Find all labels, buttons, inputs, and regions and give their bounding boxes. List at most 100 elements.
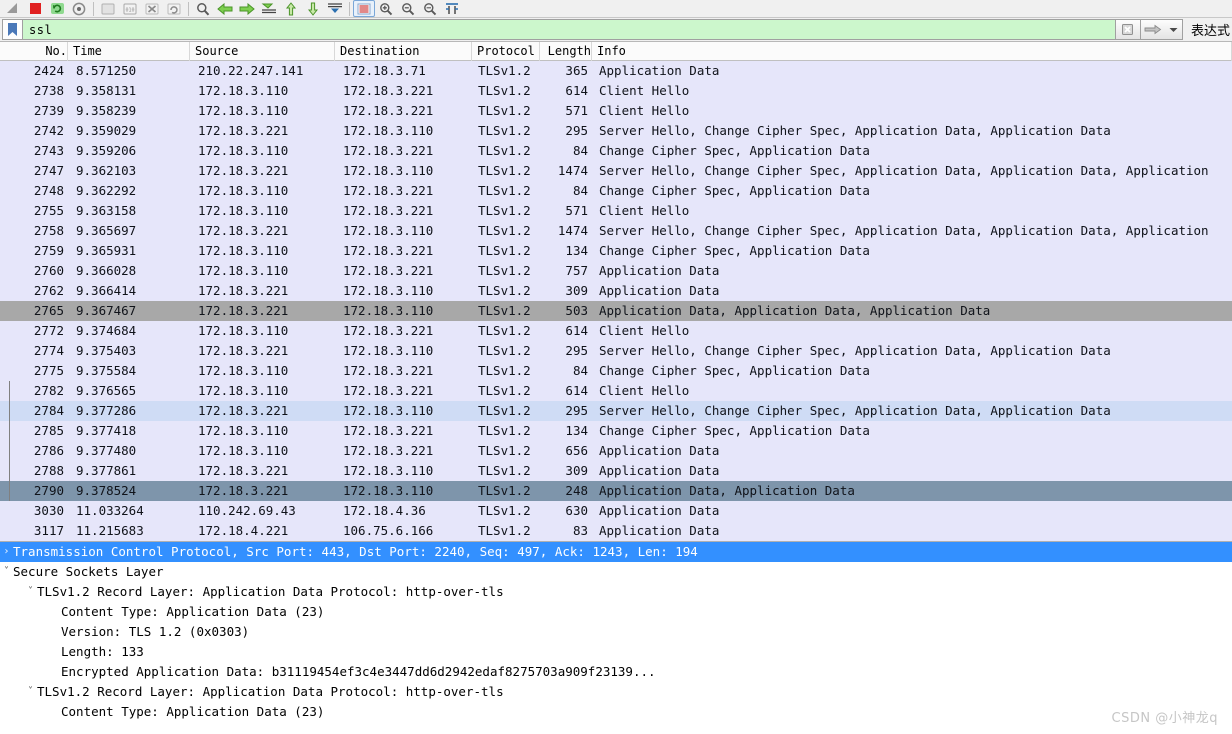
- column-header-protocol[interactable]: Protocol: [472, 41, 540, 61]
- packet-row[interactable]: 2743 9.359206 172.18.3.110 172.18.3.221 TLSv…: [0, 141, 1232, 161]
- packet-row[interactable]: 2748 9.362292 172.18.3.110 172.18.3.221 TLSv…: [0, 181, 1232, 201]
- packet-row[interactable]: 2786 9.377480 172.18.3.110 172.18.3.221 TLSv…: [0, 441, 1232, 461]
- detail-content-type-field[interactable]: Content Type: Application Data (23): [0, 602, 1232, 622]
- packet-cell-length: 614: [565, 383, 588, 398]
- detail-row-label: Secure Sockets Layer: [13, 564, 164, 579]
- packet-row[interactable]: 2759 9.365931 172.18.3.110 172.18.3.221 TLSv…: [0, 241, 1232, 261]
- capture-options-icon[interactable]: [68, 0, 90, 17]
- filter-bookmark-icon[interactable]: [2, 19, 22, 40]
- display-filter-input[interactable]: ssl: [22, 19, 1116, 40]
- packet-row[interactable]: 2790 9.378524 172.18.3.221 172.18.3.110 TLSv…: [0, 481, 1232, 501]
- packet-row[interactable]: 2760 9.366028 172.18.3.110 172.18.3.221 TLSv…: [0, 261, 1232, 281]
- packet-detail-pane[interactable]: › Transmission Control Protocol, Src Port…: [0, 541, 1232, 722]
- packet-cell-time: 9.378524: [76, 483, 137, 498]
- go-back-icon[interactable]: [214, 0, 236, 17]
- chevron-down-icon[interactable]: ˅: [24, 582, 37, 602]
- packet-row[interactable]: 2772 9.374684 172.18.3.110 172.18.3.221 TLSv…: [0, 321, 1232, 341]
- open-file-icon[interactable]: [97, 0, 119, 17]
- detail-record-layer-node-2[interactable]: ˅ TLSv1.2 Record Layer: Application Data …: [0, 682, 1232, 702]
- column-header-length[interactable]: Length: [540, 41, 592, 61]
- packet-cell-source: 172.18.3.221: [198, 463, 289, 478]
- packet-cell-destination: 172.18.3.110: [343, 343, 434, 358]
- filter-apply-button[interactable]: [1139, 19, 1166, 40]
- packet-row[interactable]: 2742 9.359029 172.18.3.221 172.18.3.110 TLSv…: [0, 121, 1232, 141]
- packet-cell-length: 656: [565, 443, 588, 458]
- zoom-reset-icon[interactable]: [419, 0, 441, 17]
- go-to-first-icon[interactable]: [280, 0, 302, 17]
- packet-cell-source: 110.242.69.43: [198, 503, 296, 518]
- packet-cell-time: 9.375403: [76, 343, 137, 358]
- packet-row[interactable]: 2775 9.375584 172.18.3.110 172.18.3.221 TLSv…: [0, 361, 1232, 381]
- detail-row-label: Content Type: Application Data (23): [61, 704, 325, 719]
- packet-row[interactable]: 2788 9.377861 172.18.3.221 172.18.3.110 TLSv…: [0, 461, 1232, 481]
- packet-cell-destination: 172.18.3.221: [343, 263, 434, 278]
- packet-row[interactable]: 2424 8.571250 210.22.247.141 172.18.3.71 TLS…: [0, 61, 1232, 81]
- chevron-right-icon[interactable]: ›: [0, 542, 13, 562]
- chevron-down-icon[interactable]: ˅: [24, 682, 37, 702]
- zoom-out-icon[interactable]: [397, 0, 419, 17]
- column-header-no[interactable]: No.: [0, 41, 68, 61]
- packet-cell-protocol: TLSv1.2: [478, 383, 531, 398]
- restart-capture-icon[interactable]: [46, 0, 68, 17]
- packet-cell-destination: 172.18.3.110: [343, 163, 434, 178]
- packet-cell-source: 172.18.3.110: [198, 443, 289, 458]
- packet-row[interactable]: 2762 9.366414 172.18.3.221 172.18.3.110 TLSv…: [0, 281, 1232, 301]
- find-packet-icon[interactable]: [192, 0, 214, 17]
- packet-row[interactable]: 2782 9.376565 172.18.3.110 172.18.3.221 TLSv…: [0, 381, 1232, 401]
- go-forward-icon[interactable]: [236, 0, 258, 17]
- colorize-icon[interactable]: [353, 0, 375, 17]
- reload-file-icon[interactable]: [163, 0, 185, 17]
- packet-cell-destination: 172.18.3.110: [343, 123, 434, 138]
- packet-row[interactable]: 2738 9.358131 172.18.3.110 172.18.3.221 TLSv…: [0, 81, 1232, 101]
- packet-list[interactable]: 2424 8.571250 210.22.247.141 172.18.3.71 TLS…: [0, 61, 1232, 541]
- detail-content-type-field-2[interactable]: Content Type: Application Data (23): [0, 702, 1232, 722]
- toolbar-separator-3: [349, 1, 350, 16]
- packet-row[interactable]: 2747 9.362103 172.18.3.221 172.18.3.110 TLSv…: [0, 161, 1232, 181]
- packet-cell-source: 172.18.3.110: [198, 383, 289, 398]
- column-header-destination[interactable]: Destination: [335, 41, 472, 61]
- packet-row[interactable]: 3117 11.215683 172.18.4.221 106.75.6.166 TLS…: [0, 521, 1232, 541]
- packet-cell-info: Application Data: [599, 63, 720, 78]
- filter-clear-button[interactable]: [1114, 19, 1141, 40]
- packet-cell-source: 172.18.3.110: [198, 143, 289, 158]
- packet-row[interactable]: 2755 9.363158 172.18.3.110 172.18.3.221 TLSv…: [0, 201, 1232, 221]
- filter-dropdown-button[interactable]: [1164, 19, 1183, 40]
- start-capture-icon[interactable]: [2, 0, 24, 17]
- resize-columns-icon[interactable]: [441, 0, 463, 17]
- go-to-packet-icon[interactable]: [258, 0, 280, 17]
- packet-cell-info: Change Cipher Spec, Application Data: [599, 363, 870, 378]
- packet-cell-length: 614: [565, 323, 588, 338]
- auto-scroll-icon[interactable]: [324, 0, 346, 17]
- stop-capture-icon[interactable]: [24, 0, 46, 17]
- detail-encrypted-data-field[interactable]: Encrypted Application Data: b31119454ef3…: [0, 662, 1232, 682]
- chevron-down-icon[interactable]: ˅: [0, 562, 13, 582]
- packet-cell-length: 503: [565, 303, 588, 318]
- packet-row[interactable]: 2739 9.358239 172.18.3.110 172.18.3.221 TLSv…: [0, 101, 1232, 121]
- detail-length-field[interactable]: Length: 133: [0, 642, 1232, 662]
- packet-cell-time: 9.362103: [76, 163, 137, 178]
- go-to-last-icon[interactable]: [302, 0, 324, 17]
- packet-cell-destination: 172.18.3.110: [343, 463, 434, 478]
- detail-row-label: TLSv1.2 Record Layer: Application Data P…: [37, 584, 504, 599]
- packet-cell-length: 295: [565, 403, 588, 418]
- detail-tcp-node[interactable]: › Transmission Control Protocol, Src Port…: [0, 542, 1232, 562]
- zoom-in-icon[interactable]: [375, 0, 397, 17]
- close-file-icon[interactable]: [141, 0, 163, 17]
- packet-row[interactable]: 3030 11.033264 110.242.69.43 172.18.4.36 TLS…: [0, 501, 1232, 521]
- packet-cell-source: 172.18.3.110: [198, 103, 289, 118]
- packet-row[interactable]: 2758 9.365697 172.18.3.221 172.18.3.110 TLSv…: [0, 221, 1232, 241]
- packet-row[interactable]: 2774 9.375403 172.18.3.221 172.18.3.110 TLSv…: [0, 341, 1232, 361]
- column-header-info[interactable]: Info: [592, 41, 1232, 61]
- packet-row[interactable]: 2785 9.377418 172.18.3.110 172.18.3.221 TLSv…: [0, 421, 1232, 441]
- column-header-time[interactable]: Time: [68, 41, 190, 61]
- detail-record-layer-node[interactable]: ˅ TLSv1.2 Record Layer: Application Data …: [0, 582, 1232, 602]
- filter-expression-button[interactable]: 表达式: [1191, 20, 1230, 39]
- packet-row[interactable]: 2784 9.377286 172.18.3.221 172.18.3.110 TLSv…: [0, 401, 1232, 421]
- column-header-source[interactable]: Source: [190, 41, 335, 61]
- packet-row[interactable]: 2765 9.367467 172.18.3.221 172.18.3.110 TLSv…: [0, 301, 1232, 321]
- packet-cell-source: 210.22.247.141: [198, 63, 304, 78]
- packet-cell-protocol: TLSv1.2: [478, 323, 531, 338]
- detail-ssl-node[interactable]: ˅ Secure Sockets Layer: [0, 562, 1232, 582]
- detail-version-field[interactable]: Version: TLS 1.2 (0x0303): [0, 622, 1232, 642]
- save-file-icon[interactable]: 010: [119, 0, 141, 17]
